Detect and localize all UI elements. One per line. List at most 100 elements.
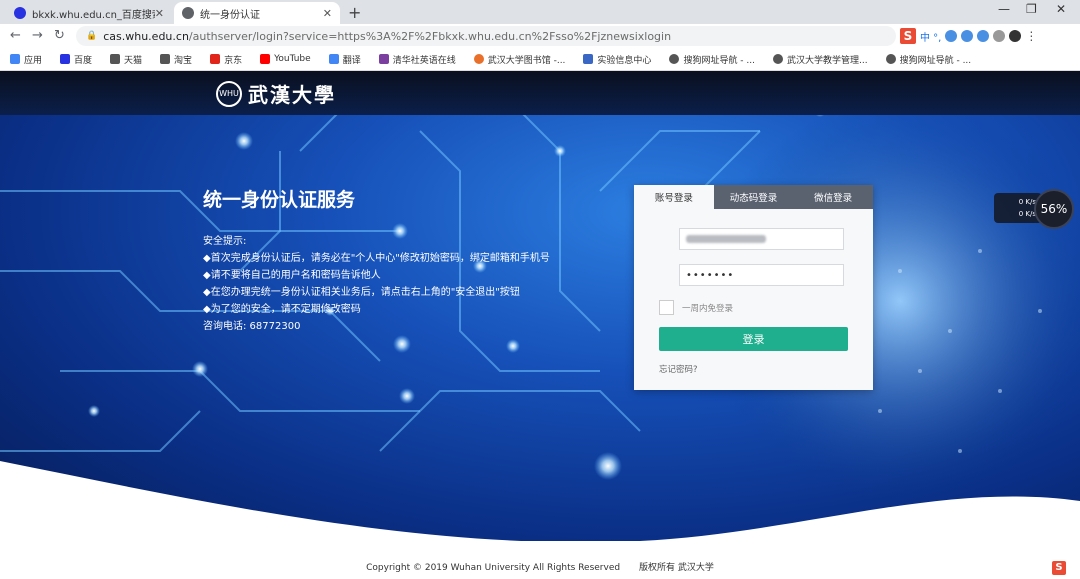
new-tab-button[interactable]: + — [348, 3, 361, 22]
forward-arrow-icon[interactable]: → — [32, 28, 43, 43]
globe-icon — [110, 54, 121, 64]
sogou-ime-icon[interactable]: S — [900, 28, 916, 44]
globe-icon — [182, 7, 194, 19]
profile-avatar-icon[interactable] — [1009, 30, 1022, 42]
contact-phone: 咨询电话: 68772300 — [203, 321, 301, 332]
translate-icon — [328, 54, 339, 64]
remember-label: 一周内免登录 — [682, 303, 734, 314]
url-path: /authserver/login?service=https%3A%2F%2F… — [188, 29, 672, 43]
bookmark-label: 实验信息中心 — [597, 55, 652, 66]
tip-item: ◆在您办理完统一身份认证相关业务后，请点击右上角的"安全退出"按钮 — [203, 287, 520, 298]
copyright-text: Copyright © 2019 Wuhan University All Ri… — [366, 563, 621, 573]
page-title: 统一身份认证服务 — [203, 189, 356, 211]
grid-icon — [583, 54, 594, 64]
bookmarks-bar: 应用 百度 天猫 淘宝 京东 YouTube 翻译 清华社英语在线 武汉大学图书… — [0, 48, 1080, 71]
bookmark-item[interactable]: 清华社英语在线 — [378, 53, 456, 66]
user-icon[interactable] — [993, 30, 1006, 42]
sogou-icon — [669, 54, 680, 64]
remember-week-checkbox[interactable]: 一周内免登录 — [659, 300, 733, 315]
lock-icon: 🔒 — [86, 31, 98, 41]
password-input[interactable]: ••••••• — [679, 264, 844, 286]
minimize-icon[interactable]: — — [998, 2, 1010, 16]
address-bar[interactable]: 🔒 cas.whu.edu.cn /authserver/login?servi… — [76, 26, 896, 46]
page-footer: Copyright © 2019 Wuhan University All Ri… — [0, 560, 1080, 573]
tab-account-login[interactable]: 账号登录 — [634, 185, 714, 209]
jd-icon — [210, 54, 221, 64]
back-arrow-icon[interactable]: ← — [10, 28, 21, 43]
bookmark-label: 搜狗网址导航 - ... — [683, 55, 755, 66]
redacted-username — [686, 235, 766, 243]
white-wave-decoration — [0, 461, 1080, 579]
baidu-icon — [60, 54, 71, 64]
bookmark-item[interactable]: 天猫 — [110, 53, 142, 66]
login-card: 账号登录 动态码登录 微信登录 ••••••• 一周内免登录 登录 忘记密码? — [634, 185, 874, 390]
browser-toolbar: ← → ↻ 🔒 cas.whu.edu.cn /authserver/login… — [0, 24, 1080, 48]
maximize-icon[interactable]: ❐ — [1026, 2, 1037, 16]
memory-usage-gauge: 56% — [1034, 189, 1074, 229]
login-button[interactable]: 登录 — [659, 327, 848, 351]
keyboard-icon[interactable] — [977, 30, 990, 42]
university-name-logo: 武漢大學 — [248, 83, 336, 107]
bookmark-label: 清华社英语在线 — [392, 55, 456, 66]
top-header-bar: WHU 武漢大學 — [0, 71, 1080, 115]
bookmark-item[interactable]: 搜狗网址导航 - ... — [669, 53, 755, 66]
security-tips: 安全提示: ◆首次完成身份认证后，请务必在"个人中心"修改初始密码，绑定邮箱和手… — [203, 233, 623, 335]
university-logo: WHU 武漢大學 — [216, 79, 336, 108]
bookmark-label: 天猫 — [124, 55, 143, 66]
browser-tab-cas[interactable]: 统一身份认证 ✕ — [174, 2, 340, 24]
library-icon — [473, 54, 484, 64]
tip-item: ◆首次完成身份认证后，请务必在"个人中心"修改初始密码，绑定邮箱和手机号 — [203, 253, 550, 264]
close-icon[interactable]: ✕ — [155, 7, 164, 20]
bookmark-item[interactable]: 搜狗网址导航 - ... — [885, 53, 972, 66]
browser-tab-strip: bkxk.whu.edu.cn_百度搜索 ✕ 统一身份认证 ✕ + — ❐ ✕ — [0, 0, 1080, 24]
bookmark-item[interactable]: 实验信息中心 — [583, 53, 651, 66]
mic-icon[interactable] — [961, 30, 974, 42]
username-input[interactable] — [679, 228, 844, 250]
reload-icon[interactable]: ↻ — [54, 28, 65, 43]
globe-icon — [160, 54, 171, 64]
bookmark-label: 搜狗网址导航 - ... — [899, 55, 972, 66]
youtube-icon — [260, 54, 271, 64]
bookmark-item[interactable]: 武汉大学图书馆 -... — [473, 53, 566, 66]
bookmark-label: 京东 — [224, 55, 243, 66]
bookmark-icon — [378, 54, 389, 64]
close-window-icon[interactable]: ✕ — [1056, 2, 1066, 16]
bookmark-label: 百度 — [74, 55, 93, 66]
bookmark-item[interactable]: 翻译 — [328, 53, 361, 66]
bookmark-label: 武汉大学教学管理... — [787, 55, 868, 66]
extension-area: S 中 °, ⋮ — [900, 27, 1080, 45]
checkbox[interactable] — [659, 300, 674, 315]
tip-item: ◆请不要将自己的用户名和密码告诉他人 — [203, 270, 381, 281]
globe-icon — [773, 54, 783, 64]
cas-login-page: WHU 武漢大學 统一身份认证服务 安全提示: ◆首次完成身份认证后，请务必在"… — [0, 71, 1080, 579]
ime-status: 中 °, — [920, 32, 942, 44]
bookmark-label: 武汉大学图书馆 -... — [487, 55, 566, 66]
bookmark-apps[interactable]: 应用 — [10, 53, 42, 66]
bookmark-item[interactable]: 京东 — [210, 53, 242, 66]
sogou-tray-icon[interactable]: S — [1052, 561, 1066, 575]
tip-item: ◆为了您的安全，请不定期修改密码 — [203, 304, 361, 315]
tab-title: bkxk.whu.edu.cn_百度搜索 — [32, 9, 155, 21]
tab-title: 统一身份认证 — [200, 9, 260, 21]
close-icon[interactable]: ✕ — [323, 7, 332, 20]
bookmark-label: 淘宝 — [174, 55, 193, 66]
forgot-password-link[interactable]: 忘记密码? — [659, 363, 698, 375]
apps-grid-icon — [10, 54, 20, 64]
bookmark-item[interactable]: YouTube — [260, 54, 311, 64]
bookmark-label: YouTube — [274, 54, 311, 64]
menu-dots-icon[interactable]: ⋮ — [1025, 29, 1037, 43]
bookmark-item[interactable]: 武汉大学教学管理... — [773, 53, 868, 66]
tab-wechat-login[interactable]: 微信登录 — [793, 185, 874, 209]
emoji-icon[interactable] — [945, 30, 958, 42]
bookmark-item[interactable]: 百度 — [60, 53, 92, 66]
bookmark-label: 翻译 — [342, 55, 361, 66]
tab-dynamic-code-login[interactable]: 动态码登录 — [713, 185, 794, 209]
url-host: cas.whu.edu.cn — [103, 29, 189, 43]
rights-text: 版权所有 武汉大学 — [638, 563, 714, 573]
university-seal-icon: WHU — [216, 80, 242, 107]
browser-tab-baidu[interactable]: bkxk.whu.edu.cn_百度搜索 ✕ — [6, 2, 172, 24]
bookmark-label: 应用 — [24, 55, 43, 66]
bookmark-item[interactable]: 淘宝 — [160, 53, 192, 66]
tips-title: 安全提示: — [203, 236, 247, 247]
network-speed-widget[interactable]: 0 K/s 0 K/s 56% — [994, 189, 1080, 229]
